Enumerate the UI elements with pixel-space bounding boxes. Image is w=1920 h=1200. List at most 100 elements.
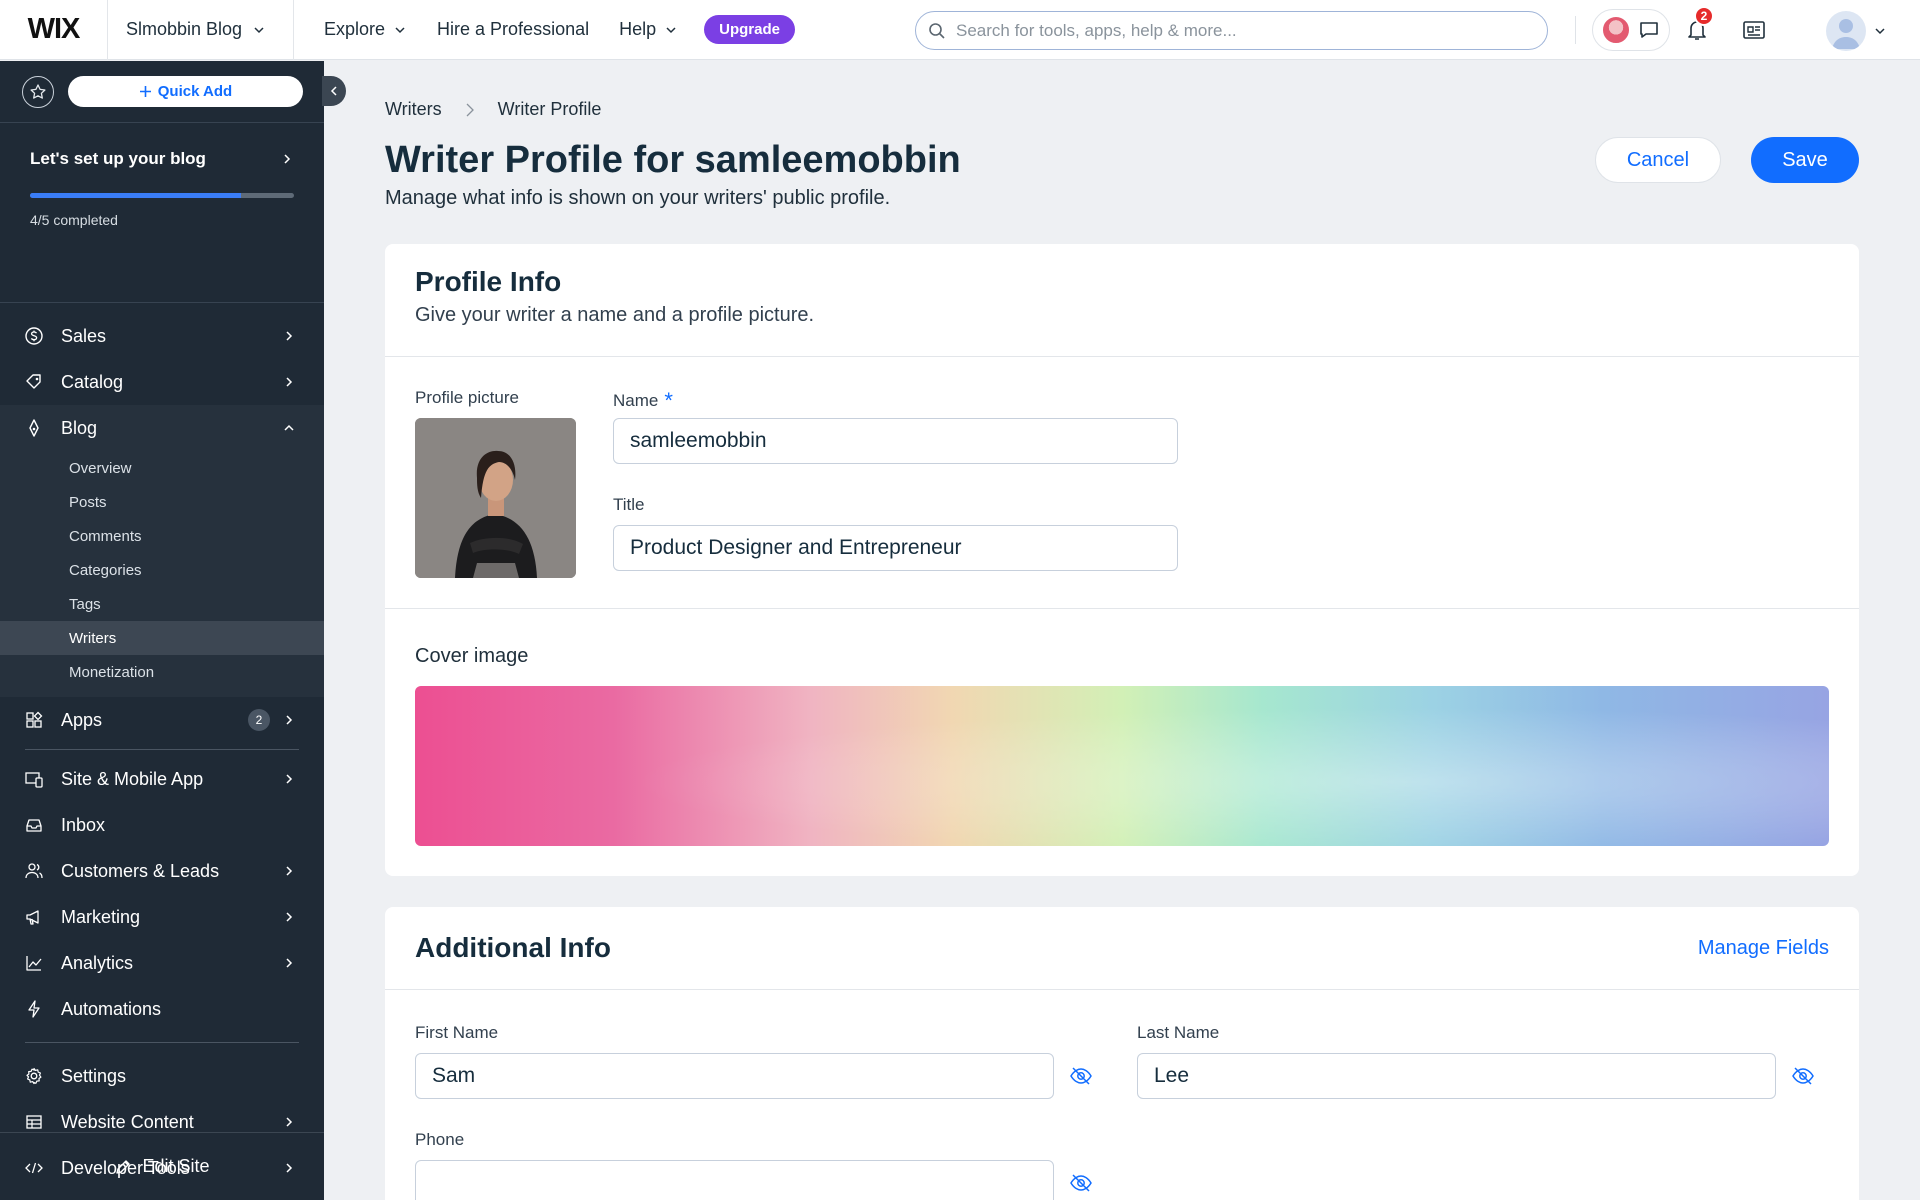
search-icon xyxy=(929,22,945,39)
setup-status: 4/5 completed xyxy=(30,212,118,228)
inbox-icon xyxy=(26,819,42,832)
chevron-down-icon xyxy=(254,26,264,33)
chevron-right-icon xyxy=(286,331,293,341)
sidebar-sub-tags[interactable]: Tags xyxy=(0,587,324,621)
breadcrumb-writers[interactable]: Writers xyxy=(385,99,442,120)
upgrade-button[interactable]: Upgrade xyxy=(704,15,795,44)
sidebar-sub-monetization[interactable]: Monetization xyxy=(0,655,324,689)
chevron-right-icon xyxy=(466,103,474,116)
nav-hire-professional[interactable]: Hire a Professional xyxy=(437,19,589,40)
setup-widget[interactable]: Let's set up your blog 4/5 completed xyxy=(0,123,324,303)
phone-input[interactable] xyxy=(415,1160,1054,1200)
sidebar: Quick Add Let's set up your blog 4/5 com… xyxy=(0,61,324,1200)
profile-section: Profile picture Name * Title xyxy=(385,357,1859,609)
sidebar-item-label: Blog xyxy=(61,417,98,438)
sidebar-item-blog[interactable]: Blog xyxy=(0,405,324,451)
additional-info-card: Additional Info Manage Fields First Name… xyxy=(385,907,1859,1200)
sidebar-item-catalog[interactable]: Catalog xyxy=(0,359,324,405)
cover-image-label: Cover image xyxy=(415,645,529,667)
nav-help[interactable]: Help xyxy=(619,19,678,40)
sidebar-item-site-mobile-app[interactable]: Site & Mobile App xyxy=(0,756,324,802)
chevron-right-icon xyxy=(286,377,293,387)
sidebar-item-label: Customers & Leads xyxy=(61,860,220,881)
last-name-input[interactable] xyxy=(1137,1053,1776,1099)
title-label: Title xyxy=(613,495,645,514)
sidebar-sub-posts[interactable]: Posts xyxy=(0,485,324,519)
chat-button[interactable] xyxy=(1592,9,1670,51)
profile-picture-label: Profile picture xyxy=(415,388,519,407)
sidebar-item-automations[interactable]: Automations xyxy=(0,986,324,1032)
page-subtitle: Manage what info is shown on your writer… xyxy=(385,187,891,209)
card-header: Additional Info Manage Fields xyxy=(385,907,1859,990)
chevron-up-icon xyxy=(284,424,294,431)
chart-line-icon xyxy=(26,956,42,971)
chevron-down-icon xyxy=(666,26,676,33)
chevron-left-icon xyxy=(330,86,337,96)
name-label: Name * xyxy=(613,388,673,414)
sidebar-sub-writers[interactable]: Writers xyxy=(0,621,324,655)
breadcrumb: Writers Writer Profile xyxy=(385,99,601,120)
sidebar-item-label: Website Content xyxy=(61,1111,194,1132)
name-input[interactable] xyxy=(613,418,1178,464)
gear-icon xyxy=(26,1067,42,1085)
manage-fields-link[interactable]: Manage Fields xyxy=(1698,937,1829,960)
apps-count-badge: 2 xyxy=(248,709,270,731)
site-switcher[interactable]: Slmobbin Blog xyxy=(108,0,294,60)
eye-hidden-icon[interactable] xyxy=(1069,1171,1093,1195)
cover-image[interactable] xyxy=(415,686,1829,846)
site-name: Slmobbin Blog xyxy=(126,19,243,39)
divider xyxy=(25,749,299,750)
sidebar-sub-overview[interactable]: Overview xyxy=(0,451,324,485)
dollar-icon xyxy=(25,327,43,345)
sidebar-item-analytics[interactable]: Analytics xyxy=(0,940,324,986)
sidebar-item-label: Catalog xyxy=(61,371,124,392)
eye-hidden-icon[interactable] xyxy=(1791,1064,1815,1088)
sidebar-item-marketing[interactable]: Marketing xyxy=(0,894,324,940)
plus-icon xyxy=(139,86,151,97)
divider xyxy=(1575,16,1576,44)
sidebar-item-apps[interactable]: Apps 2 xyxy=(0,697,324,743)
pen-nib-icon xyxy=(29,419,39,437)
quick-add-button[interactable]: Quick Add xyxy=(68,76,303,107)
nav-help-label: Help xyxy=(619,19,657,39)
notification-badge: 2 xyxy=(1694,6,1714,26)
sidebar-item-label: Inbox xyxy=(61,814,106,835)
first-name-input[interactable] xyxy=(415,1053,1054,1099)
nav-hire-label: Hire a Professional xyxy=(437,19,590,39)
chevron-right-icon xyxy=(284,154,291,164)
sidebar-item-customers-leads[interactable]: Customers & Leads xyxy=(0,848,324,894)
chevron-right-icon xyxy=(286,774,293,784)
sidebar-item-sales[interactable]: Sales xyxy=(0,313,324,359)
search-bar[interactable] xyxy=(915,11,1548,50)
title-input[interactable] xyxy=(613,525,1178,571)
chevron-right-icon xyxy=(286,715,293,725)
save-button[interactable]: Save xyxy=(1751,137,1859,183)
sidebar-sub-comments[interactable]: Comments xyxy=(0,519,324,553)
sidebar-item-inbox[interactable]: Inbox xyxy=(0,802,324,848)
card-header: Profile Info Give your writer a name and… xyxy=(385,244,1859,357)
news-feed-icon[interactable] xyxy=(1740,16,1768,44)
favorites-button[interactable] xyxy=(22,75,54,108)
sidebar-sub-categories[interactable]: Categories xyxy=(0,553,324,587)
chevron-down-icon[interactable] xyxy=(1873,24,1887,38)
search-input[interactable] xyxy=(956,20,1516,41)
pencil-icon xyxy=(116,1159,131,1174)
tag-icon xyxy=(26,374,41,389)
lightning-icon xyxy=(28,1000,40,1018)
sidebar-item-label: Automations xyxy=(61,998,162,1019)
chevron-down-icon xyxy=(395,26,405,33)
setup-title: Let's set up your blog xyxy=(30,149,206,168)
nav-explore[interactable]: Explore xyxy=(324,19,407,40)
setup-progress-fill xyxy=(30,193,242,198)
sidebar-item-label: Marketing xyxy=(61,906,141,927)
collapse-sidebar-button[interactable] xyxy=(322,76,346,106)
sidebar-item-settings[interactable]: Settings xyxy=(0,1053,324,1099)
quick-add-label: Quick Add xyxy=(157,83,233,100)
wix-logo[interactable]: WIX xyxy=(0,0,108,60)
profile-picture[interactable] xyxy=(415,418,576,578)
cancel-button[interactable]: Cancel xyxy=(1595,137,1721,183)
user-avatar[interactable] xyxy=(1826,11,1866,51)
edit-site-button[interactable]: Edit Site xyxy=(0,1132,324,1200)
eye-hidden-icon[interactable] xyxy=(1069,1064,1093,1088)
megaphone-icon xyxy=(26,910,39,925)
